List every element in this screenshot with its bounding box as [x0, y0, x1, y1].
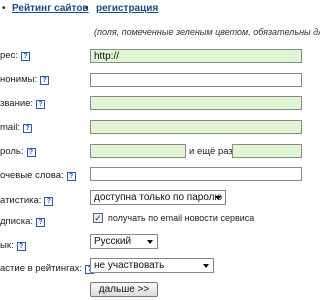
ratings-select[interactable]: не участвовать: [90, 258, 214, 273]
statistics-select-value: доступна только по паролю: [94, 192, 223, 203]
anonyms-label: нонимы:: [0, 74, 38, 85]
statistics-label-row: атистика:?: [0, 195, 54, 206]
nav-bullet: •: [85, 3, 89, 14]
email-input[interactable]: [90, 120, 302, 134]
keywords-input[interactable]: [90, 167, 302, 181]
address-label: рес:: [0, 50, 18, 61]
help-icon[interactable]: ?: [36, 218, 46, 227]
statistics-select[interactable]: доступна только по паролю: [90, 190, 226, 205]
anonyms-input[interactable]: [90, 73, 302, 87]
help-icon[interactable]: ?: [16, 242, 26, 251]
help-icon[interactable]: ?: [66, 172, 76, 181]
nav-bullet: •: [2, 3, 6, 14]
ratings-select-value: не участвовать: [94, 260, 165, 271]
password-again-input[interactable]: [232, 144, 302, 158]
password-again-label: и ещё раз:: [189, 146, 236, 157]
address-input-value: http://: [94, 51, 120, 62]
help-icon[interactable]: ?: [44, 197, 54, 206]
language-select-value: Русский: [94, 236, 132, 247]
required-fields-note: (поля, помеченные зеленым цветом, обязат…: [94, 27, 320, 37]
help-icon[interactable]: ?: [40, 76, 50, 85]
help-icon[interactable]: ?: [36, 100, 46, 109]
password-input[interactable]: [90, 144, 186, 158]
name-label-row: звание:?: [0, 98, 46, 109]
email-label: mail:: [0, 122, 21, 133]
address-input[interactable]: http://: [90, 49, 302, 63]
keywords-label-row: очевые слова:?: [0, 170, 76, 181]
help-icon[interactable]: ?: [23, 124, 33, 133]
nav-link-sites-rating[interactable]: Рейтинг сайтов: [12, 3, 89, 14]
help-icon[interactable]: ?: [26, 148, 36, 157]
ratings-label: астие в рейтингах:: [0, 263, 83, 274]
language-select[interactable]: Русский: [90, 234, 158, 249]
password-label: роль:: [0, 146, 24, 157]
keywords-label: очевые слова:: [0, 170, 64, 181]
name-label: звание:: [0, 98, 34, 109]
email-label-row: mail:?: [0, 122, 33, 133]
subscription-checkbox-label: получать по email новости сервиса: [108, 213, 255, 223]
statistics-label: атистика:: [0, 195, 42, 206]
language-label: ык:: [0, 240, 14, 251]
help-icon[interactable]: ?: [20, 52, 30, 61]
ratings-label-row: астие в рейтингах:?: [0, 263, 95, 274]
subscription-checkbox[interactable]: ✓: [93, 213, 103, 223]
name-input[interactable]: [90, 96, 302, 110]
chevron-down-icon: [147, 240, 153, 244]
chevron-down-icon: [215, 196, 221, 200]
address-label-row: рес:?: [0, 50, 30, 61]
password-label-row: роль:?: [0, 146, 36, 157]
next-button[interactable]: дальше >>: [90, 282, 158, 297]
anonyms-label-row: нонимы:?: [0, 74, 50, 85]
chevron-down-icon: [203, 264, 209, 268]
subscription-label: дписка:: [0, 216, 34, 227]
nav-link-registration[interactable]: регистрация: [96, 3, 158, 14]
language-label-row: ык:?: [0, 240, 26, 251]
subscription-label-row: дписка:?: [0, 216, 46, 227]
